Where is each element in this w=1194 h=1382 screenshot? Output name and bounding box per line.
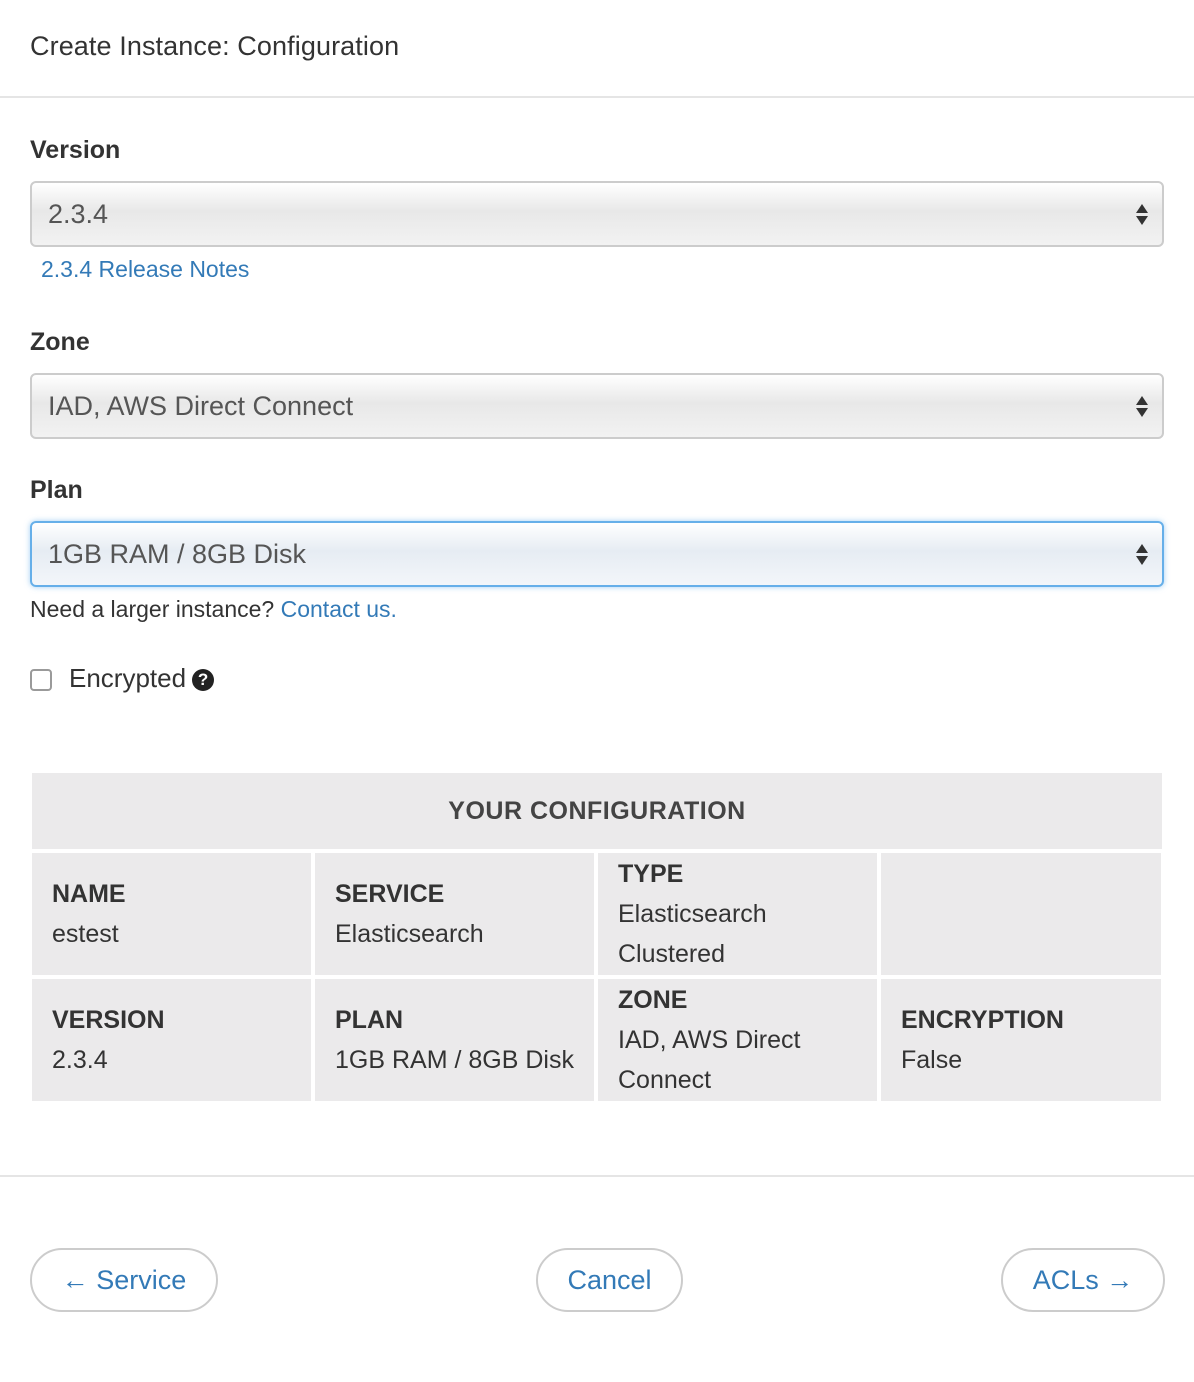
plan-hint-text: Need a larger instance? bbox=[30, 596, 275, 622]
summary-cell-plan: PLAN 1GB RAM / 8GB Disk bbox=[315, 979, 594, 1101]
zone-label: Zone bbox=[30, 328, 90, 356]
question-circle-icon[interactable]: ? bbox=[192, 669, 215, 691]
dialog-title: Create Instance: Configuration bbox=[30, 31, 400, 61]
summary-cell-name: NAME estest bbox=[32, 853, 311, 975]
summary-value: 2.3.4 bbox=[52, 1046, 108, 1074]
release-notes-link[interactable]: 2.3.4 Release Notes bbox=[41, 256, 249, 283]
cancel-button[interactable]: Cancel bbox=[536, 1248, 683, 1312]
summary-value: IAD, AWS Direct Connect bbox=[618, 1026, 801, 1094]
configuration-title: YOUR CONFIGURATION bbox=[32, 773, 1162, 849]
summary-key: ZONE bbox=[618, 986, 688, 1014]
summary-key: TYPE bbox=[618, 860, 684, 888]
summary-value: Elasticsearch Clustered bbox=[618, 900, 767, 968]
version-select[interactable]: 2.3.4 bbox=[30, 181, 1164, 247]
encrypted-label: Encrypted bbox=[69, 663, 187, 693]
summary-key: PLAN bbox=[335, 1006, 404, 1034]
summary-cell-encryption: ENCRYPTION False bbox=[881, 979, 1161, 1101]
summary-key: ENCRYPTION bbox=[901, 1006, 1064, 1034]
summary-key: NAME bbox=[52, 880, 126, 908]
contact-us-link[interactable]: Contact us. bbox=[281, 596, 397, 622]
summary-value: Elasticsearch bbox=[335, 920, 484, 948]
version-select-value: 2.3.4 bbox=[48, 198, 109, 229]
select-arrows-icon bbox=[1122, 183, 1162, 245]
plan-hint: Need a larger instance? Contact us. bbox=[30, 596, 397, 623]
summary-key: SERVICE bbox=[335, 880, 445, 908]
dialog-header: Create Instance: Configuration bbox=[0, 0, 1194, 98]
summary-value: 1GB RAM / 8GB Disk bbox=[335, 1046, 574, 1074]
zone-select[interactable]: IAD, AWS Direct Connect bbox=[30, 373, 1164, 439]
select-arrows-icon bbox=[1122, 375, 1162, 437]
summary-cell-type: TYPE Elasticsearch Clustered bbox=[598, 853, 877, 975]
summary-cell-version: VERSION 2.3.4 bbox=[32, 979, 311, 1101]
plan-select[interactable]: 1GB RAM / 8GB Disk bbox=[30, 521, 1164, 587]
summary-value: False bbox=[901, 1046, 963, 1074]
configuration-summary: YOUR CONFIGURATION NAME estest SERVICE E… bbox=[32, 773, 1162, 1101]
summary-row: NAME estest SERVICE Elasticsearch TYPE E… bbox=[32, 853, 1162, 975]
summary-value: estest bbox=[52, 920, 119, 948]
summary-cell-empty bbox=[881, 853, 1161, 975]
select-arrows-icon bbox=[1122, 523, 1162, 585]
encrypted-label-wrap: Encrypted? bbox=[69, 663, 215, 694]
summary-key: VERSION bbox=[52, 1006, 165, 1034]
summary-cell-service: SERVICE Elasticsearch bbox=[315, 853, 594, 975]
plan-label: Plan bbox=[30, 476, 83, 504]
summary-row: VERSION 2.3.4 PLAN 1GB RAM / 8GB Disk ZO… bbox=[32, 979, 1162, 1101]
next-acls-button[interactable]: ACLs → bbox=[1001, 1248, 1165, 1312]
footer-divider bbox=[0, 1175, 1194, 1177]
encrypted-checkbox[interactable] bbox=[30, 669, 52, 691]
zone-select-value: IAD, AWS Direct Connect bbox=[48, 390, 354, 421]
version-label: Version bbox=[30, 136, 121, 164]
plan-select-value: 1GB RAM / 8GB Disk bbox=[48, 538, 307, 569]
summary-cell-zone: ZONE IAD, AWS Direct Connect bbox=[598, 979, 877, 1101]
back-service-button[interactable]: ← Service bbox=[30, 1248, 218, 1312]
